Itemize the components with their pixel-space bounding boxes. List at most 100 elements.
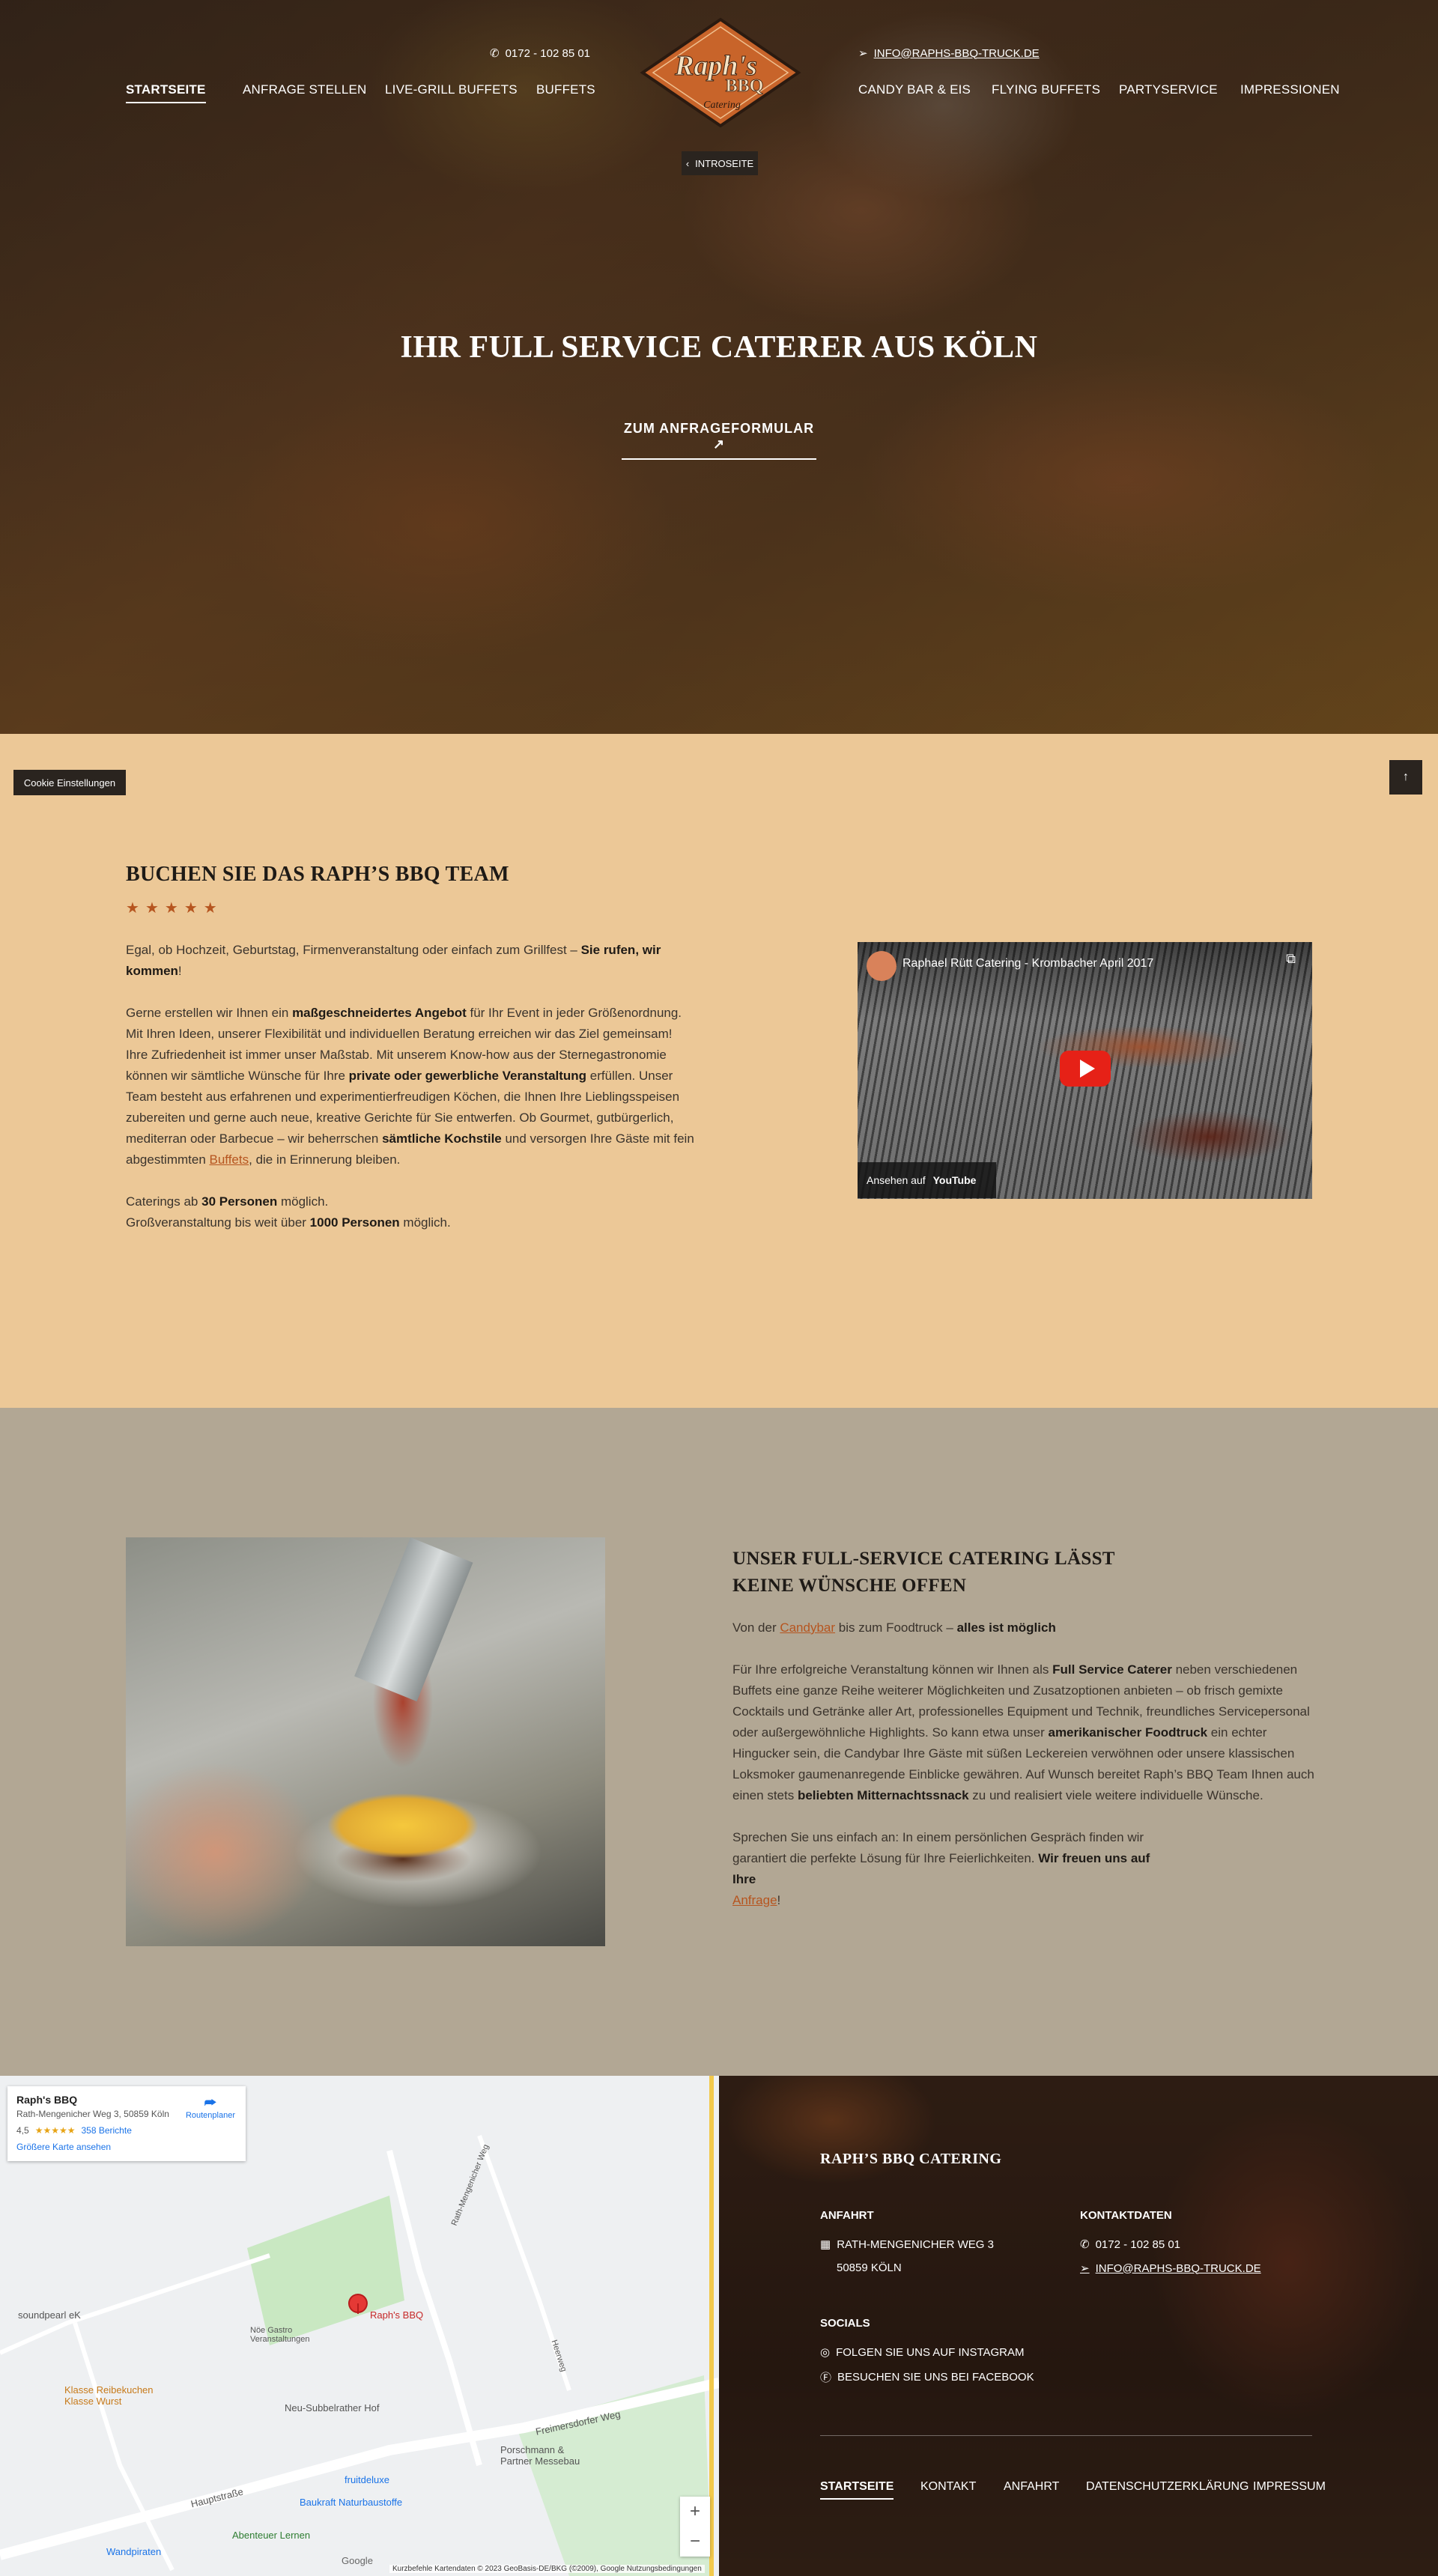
hero-cta-link[interactable]: ZUM ANFRAGEFORMULAR ↗ bbox=[622, 421, 816, 460]
text: Großveranstaltung bis weit über bbox=[126, 1215, 310, 1230]
emphasis: alles ist möglich bbox=[956, 1620, 1056, 1635]
nav-partyservice[interactable]: PARTYSERVICE bbox=[1119, 82, 1218, 97]
map-label: Abenteuer Lernen bbox=[232, 2530, 311, 2541]
emphasis: beliebten Mitternachtssnack bbox=[797, 1788, 969, 1802]
logo-diamond-icon: Raph's BBQ Catering bbox=[640, 17, 801, 128]
arrow-up-right-icon: ↗ bbox=[712, 437, 726, 452]
emphasis: Full Service Caterer bbox=[1052, 1662, 1172, 1677]
route-planner-label: Routenplaner bbox=[185, 2111, 235, 2120]
nav-startseite[interactable]: STARTSEITE bbox=[126, 82, 206, 103]
chevron-left-icon: ‹ bbox=[685, 157, 690, 169]
scroll-top-button[interactable]: ↑ bbox=[1389, 760, 1422, 795]
map-label: Baukraft Naturbaustoffe bbox=[300, 2497, 403, 2508]
footer-email-link[interactable]: ➢ INFO@RAPHS-BBQ-TRUCK.DE bbox=[1080, 2261, 1261, 2276]
directions-icon: ⮫ bbox=[204, 2095, 217, 2110]
booking-title: BUCHEN SIE DAS RAPH’S BBQ TEAM bbox=[126, 863, 509, 886]
intro-button-label: INTROSEITE bbox=[695, 157, 754, 169]
buffets-link[interactable]: Buffets bbox=[210, 1152, 249, 1167]
header-phone[interactable]: ✆ 0172 - 102 85 01 bbox=[490, 46, 590, 61]
youtube-video-embed[interactable]: Raphael Rütt Catering - Krombacher April… bbox=[858, 942, 1312, 1199]
send-icon: ➢ bbox=[858, 47, 868, 60]
logo[interactable]: Raph's BBQ Catering bbox=[638, 16, 803, 129]
footer-nav-datenschutz[interactable]: DATENSCHUTZERKLÄRUNG bbox=[1086, 2480, 1249, 2494]
rating-value: 4,5 bbox=[16, 2125, 29, 2136]
footer-divider bbox=[820, 2435, 1312, 2436]
booking-paragraph-3: Caterings ab 30 Personen möglich. Großve… bbox=[126, 1191, 695, 1233]
nav-candy-bar[interactable]: CANDY BAR & EIS bbox=[858, 82, 971, 97]
candybar-link[interactable]: Candybar bbox=[780, 1620, 835, 1635]
footer-title: RAPH’S BBQ CATERING bbox=[820, 2151, 1002, 2167]
larger-map-link[interactable]: Größere Karte ansehen bbox=[16, 2142, 237, 2152]
map-rating: 4,5 ★★★★★ 358 Berichte bbox=[16, 2125, 237, 2136]
service-paragraph-2: Für Ihre erfolgreiche Veranstaltung könn… bbox=[732, 1659, 1317, 1806]
reviews-link[interactable]: 358 Berichte bbox=[81, 2125, 131, 2136]
booking-paragraph-1: Egal, ob Hochzeit, Geburtstag, Firmenver… bbox=[126, 940, 695, 982]
instagram-icon: ◎ bbox=[820, 2346, 831, 2359]
copy-link-icon[interactable]: ⧉ bbox=[1286, 951, 1296, 967]
play-button-icon[interactable] bbox=[1060, 1051, 1111, 1087]
service-paragraph-3: Sprechen Sie uns einfach an: In einem pe… bbox=[732, 1827, 1152, 1911]
map-label: Raph's BBQ bbox=[370, 2309, 424, 2321]
phone-icon: ✆ bbox=[1080, 2238, 1090, 2251]
nav-anfrage-stellen[interactable]: ANFRAGE STELLEN bbox=[243, 82, 367, 97]
footer-socials-heading: SOCIALS bbox=[820, 2317, 870, 2330]
cookie-settings-button[interactable]: Cookie Einstellungen bbox=[13, 770, 126, 795]
google-logo: Google bbox=[342, 2555, 373, 2566]
map-zoom-control: + − bbox=[680, 2497, 710, 2557]
emphasis: amerikanischer Foodtruck bbox=[1048, 1725, 1208, 1740]
nav-buffets[interactable]: BUFFETS bbox=[536, 82, 595, 97]
nav-flying-buffets[interactable]: FLYING BUFFETS bbox=[992, 82, 1100, 97]
instagram-link[interactable]: ◎ FOLGEN SIE UNS AUF INSTAGRAM bbox=[820, 2345, 1025, 2360]
rating-stars: ★ ★ ★ ★ ★ bbox=[126, 899, 695, 917]
header-email-text: INFO@RAPHS-BBQ-TRUCK.DE bbox=[873, 46, 1040, 60]
map-label: Nöe Gastro Veranstaltungen bbox=[250, 2326, 310, 2344]
map-label: Porschmann & Partner Messebau bbox=[500, 2444, 580, 2467]
footer-nav-anfahrt[interactable]: ANFAHRT bbox=[1004, 2480, 1059, 2494]
watch-label: Ansehen auf bbox=[867, 1174, 926, 1186]
zoom-out-button[interactable]: − bbox=[690, 2531, 700, 2552]
emphasis: sämtliche Kochstile bbox=[382, 1131, 502, 1146]
facebook-link[interactable]: ⓕ BESUCHEN SIE UNS BEI FACEBOOK bbox=[820, 2369, 1034, 2385]
emphasis: maßgeschneidertes Angebot bbox=[292, 1006, 467, 1021]
intro-button[interactable]: ‹ INTROSEITE bbox=[682, 151, 758, 175]
watch-on-youtube[interactable]: Ansehen auf YouTube bbox=[858, 1162, 996, 1198]
text: Caterings ab bbox=[126, 1194, 202, 1209]
emphasis: private oder gewerbliche Veranstaltung bbox=[348, 1069, 587, 1084]
footer-city: 50859 KÖLN bbox=[837, 2261, 902, 2274]
text: möglich. bbox=[277, 1194, 329, 1209]
footer-kontakt-heading: KONTAKTDATEN bbox=[1080, 2209, 1172, 2222]
nav-impressionen[interactable]: IMPRESSIONEN bbox=[1240, 82, 1340, 97]
nav-live-grill-buffets[interactable]: LIVE-GRILL BUFFETS bbox=[385, 82, 518, 97]
phone-icon: ✆ bbox=[490, 47, 500, 60]
footer-email-text: INFO@RAPHS-BBQ-TRUCK.DE bbox=[1095, 2261, 1261, 2275]
map-label: fruitdeluxe bbox=[345, 2474, 389, 2485]
youtube-logo: YouTube bbox=[932, 1174, 977, 1186]
emphasis: 1000 Personen bbox=[309, 1215, 400, 1230]
service-paragraph-1: Von der Candybar bis zum Foodtruck – all… bbox=[732, 1617, 1317, 1638]
footer-phone-link[interactable]: ✆ 0172 - 102 85 01 bbox=[1080, 2238, 1181, 2252]
map-label: soundpearl eK bbox=[18, 2309, 81, 2321]
google-map[interactable]: Raph's BBQ Rath-Mengenicher Weg 3, 50859… bbox=[0, 2076, 719, 2576]
map-label: Wandpiraten bbox=[106, 2546, 162, 2557]
video-title: Raphael Rütt Catering - Krombacher April… bbox=[902, 957, 1154, 970]
header-email[interactable]: ➢ INFO@RAPHS-BBQ-TRUCK.DE bbox=[858, 46, 1040, 61]
map-attribution[interactable]: Kurzbefehle Kartendaten © 2023 GeoBasis-… bbox=[389, 2565, 705, 2573]
map-label: Klasse Reibekuchen Klasse Wurst bbox=[64, 2384, 154, 2407]
hero-cta-label: ZUM ANFRAGEFORMULAR bbox=[623, 421, 815, 436]
footer-nav-impressum[interactable]: IMPRESSUM bbox=[1253, 2480, 1326, 2494]
text: Von der bbox=[732, 1620, 780, 1635]
instagram-link-text: FOLGEN SIE UNS AUF INSTAGRAM bbox=[836, 2345, 1025, 2359]
star-icon: ★ bbox=[145, 900, 159, 917]
zoom-in-button[interactable]: + bbox=[690, 2501, 700, 2522]
route-planner-button[interactable]: ⮫ Routenplaner bbox=[186, 2095, 235, 2120]
text: Für Ihre erfolgreiche Veranstaltung könn… bbox=[732, 1662, 1053, 1677]
facebook-icon: ⓕ bbox=[820, 2372, 832, 2384]
text: zu und realisiert viele weitere individu… bbox=[968, 1788, 1263, 1802]
star-icon: ★ bbox=[126, 900, 139, 917]
star-icon: ★ bbox=[164, 900, 178, 917]
channel-avatar bbox=[867, 951, 897, 981]
footer-nav-kontakt[interactable]: KONTAKT bbox=[920, 2480, 976, 2494]
anfrage-link[interactable]: Anfrage bbox=[732, 1893, 777, 1907]
footer-phone-text: 0172 - 102 85 01 bbox=[1095, 2238, 1181, 2251]
footer-nav-startseite[interactable]: STARTSEITE bbox=[820, 2480, 894, 2500]
